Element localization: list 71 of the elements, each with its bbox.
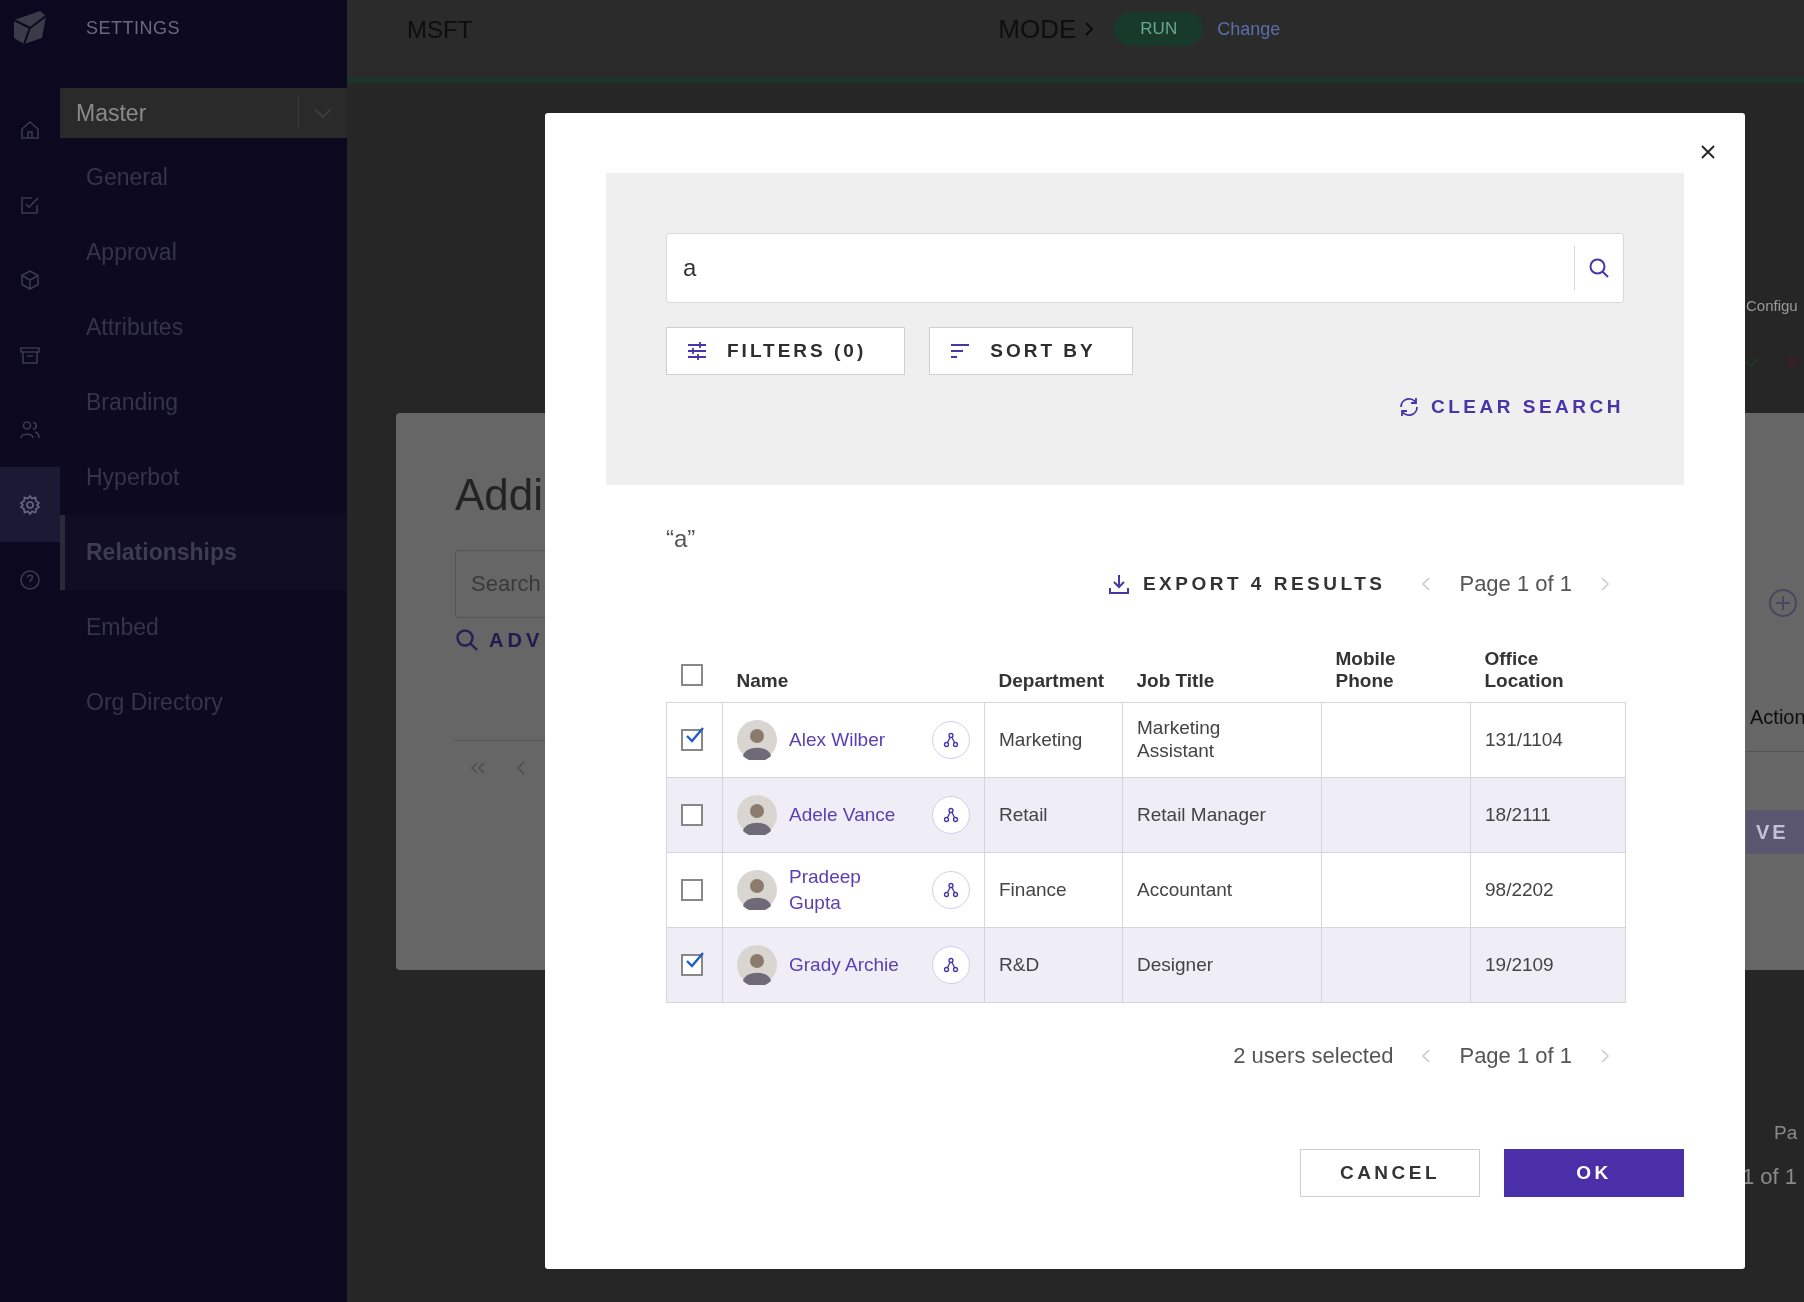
avatar bbox=[737, 720, 777, 760]
org-chart-button[interactable] bbox=[932, 721, 970, 759]
org-chart-button[interactable] bbox=[932, 871, 970, 909]
settings-icon[interactable] bbox=[0, 467, 60, 542]
org-chart-icon bbox=[942, 806, 960, 824]
row-checkbox[interactable] bbox=[681, 729, 703, 751]
download-icon bbox=[1106, 572, 1131, 596]
close-icon[interactable] bbox=[1701, 145, 1715, 159]
search-icon bbox=[455, 628, 479, 652]
column-header: Name bbox=[736, 670, 789, 691]
person-link[interactable]: Alex Wilber bbox=[789, 727, 904, 753]
first-page-icon[interactable] bbox=[470, 762, 486, 774]
check-icon[interactable] bbox=[1746, 356, 1760, 368]
table-cell: 131/1104 bbox=[1485, 729, 1563, 750]
save-button[interactable]: VE bbox=[1746, 810, 1804, 854]
next-page-icon[interactable] bbox=[1600, 576, 1610, 592]
sort-button[interactable]: SORT BY bbox=[929, 327, 1133, 375]
search-icon[interactable] bbox=[1587, 256, 1611, 280]
table-cell: Marketing bbox=[999, 729, 1083, 750]
org-chart-icon bbox=[942, 731, 960, 749]
export-link[interactable]: EXPORT 4 RESULTS bbox=[1106, 572, 1386, 596]
chevron-right-icon bbox=[1084, 21, 1095, 37]
page-label: Pa bbox=[1774, 1122, 1799, 1144]
clear-search-link[interactable]: CLEAR SEARCH bbox=[1397, 395, 1624, 419]
search-query: “a” bbox=[666, 525, 697, 553]
selection-count: 2 users selected bbox=[1233, 1043, 1394, 1069]
dropdown[interactable]: Master bbox=[60, 88, 347, 138]
table-cell: R&D bbox=[999, 954, 1040, 975]
row-checkbox[interactable] bbox=[681, 804, 703, 826]
table-cell: 18/2111 bbox=[1485, 804, 1551, 825]
page-indicator: Page 1 of 1 bbox=[1459, 1043, 1572, 1069]
org-chart-button[interactable] bbox=[932, 796, 970, 834]
avatar bbox=[737, 795, 777, 835]
filters-button[interactable]: FILTERS (0) bbox=[666, 327, 906, 375]
person-link[interactable]: Grady Archie bbox=[789, 952, 904, 978]
next-page-icon[interactable] bbox=[1600, 1048, 1610, 1064]
table-cell: 19/2109 bbox=[1485, 954, 1554, 975]
table-cell-text: Accountant bbox=[1137, 878, 1234, 902]
column-heading: Action bbox=[1749, 706, 1804, 729]
change-link[interactable]: Change bbox=[1217, 18, 1281, 40]
column-header: Department bbox=[998, 670, 1105, 691]
org-chart-button[interactable] bbox=[932, 946, 970, 984]
sliders-icon bbox=[685, 339, 709, 363]
page-indicator: Page 1 of 1 bbox=[1459, 571, 1572, 597]
org-chart-icon bbox=[942, 881, 960, 899]
table-cell: Retail bbox=[999, 804, 1048, 825]
table-cell-text: Marketing Assistant bbox=[1137, 717, 1222, 763]
table-cell-text: Retail Manager bbox=[1137, 803, 1267, 827]
person-link[interactable]: Adele Vance bbox=[789, 802, 904, 828]
column-header: Mobile Phone bbox=[1335, 648, 1397, 692]
mode-badge: RUN bbox=[1114, 12, 1204, 46]
add-icon[interactable] bbox=[1768, 588, 1798, 618]
table-cell: 98/2202 bbox=[1485, 879, 1554, 900]
table-cell-text: Designer bbox=[1137, 953, 1215, 977]
sidebar-heading: SETTINGS bbox=[85, 17, 181, 40]
column-heading: Configu bbox=[1746, 297, 1799, 314]
org-chart-icon bbox=[942, 956, 960, 974]
select-all-checkbox[interactable] bbox=[680, 663, 703, 686]
avatar bbox=[737, 870, 777, 910]
row-checkbox[interactable] bbox=[681, 879, 703, 901]
page-title: Addi bbox=[455, 470, 545, 520]
row-checkbox[interactable] bbox=[681, 954, 703, 976]
cancel-button[interactable]: CANCEL bbox=[1300, 1149, 1480, 1197]
advanced-search-link[interactable]: ADV bbox=[489, 628, 544, 652]
table-cell: Finance bbox=[999, 879, 1067, 900]
search-field[interactable]: a bbox=[666, 233, 1624, 303]
previous-page-icon[interactable] bbox=[516, 761, 526, 775]
avatar bbox=[737, 945, 777, 985]
column-header: Job Title bbox=[1136, 670, 1215, 691]
ok-button[interactable]: OK bbox=[1504, 1149, 1684, 1197]
column-header: Office Location bbox=[1484, 648, 1565, 692]
